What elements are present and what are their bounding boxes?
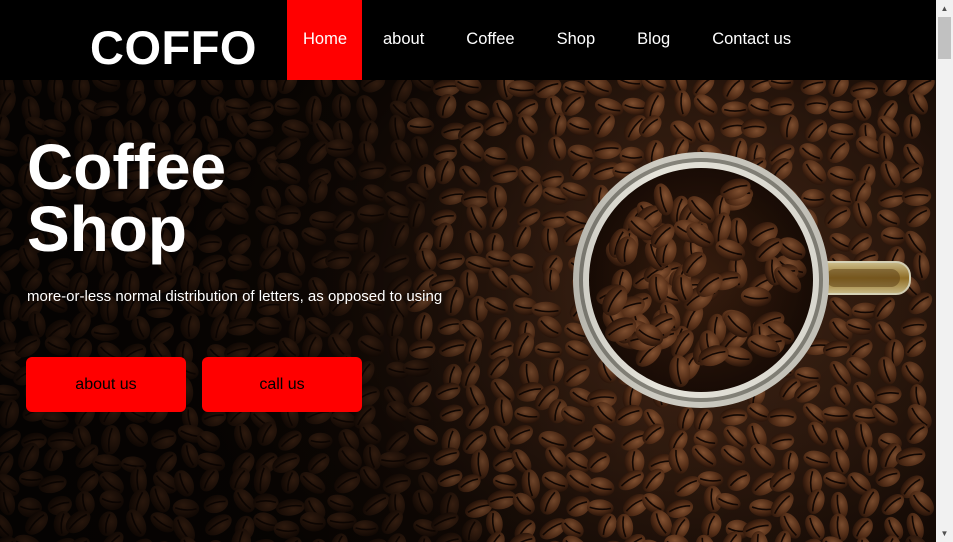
call-us-button[interactable]: call us <box>202 357 362 412</box>
page: COFFO Home about Coffee Shop Blog Contac… <box>0 0 953 542</box>
nav-item-label: Shop <box>556 30 596 48</box>
nav-item-label: Contact us <box>712 30 792 48</box>
scroll-thumb[interactable] <box>938 17 951 59</box>
nav-item-shop[interactable]: Shop <box>536 0 617 80</box>
nav-item-home[interactable]: Home <box>287 0 362 80</box>
hero-title-line2: Shop <box>27 193 187 265</box>
nav-item-blog[interactable]: Blog <box>616 0 691 80</box>
scroll-down-icon[interactable]: ▼ <box>936 525 953 542</box>
hero-section: Coffee Shop more-or-less normal distribu… <box>0 80 936 542</box>
nav-item-label: Coffee <box>466 30 515 48</box>
nav-item-about[interactable]: about <box>362 0 445 80</box>
nav-item-contact[interactable]: Contact us <box>691 0 812 80</box>
vertical-scrollbar[interactable]: ▲ ▼ <box>936 0 953 542</box>
hero-title-line1: Coffee <box>27 131 227 203</box>
site-logo[interactable]: COFFO <box>90 20 257 76</box>
main-nav: Home about Coffee Shop Blog Contact us <box>287 0 812 80</box>
nav-item-coffee[interactable]: Coffee <box>445 0 535 80</box>
hero-title: Coffee Shop <box>27 131 227 265</box>
nav-item-label: Home <box>303 30 348 48</box>
nav-item-label: about <box>383 30 425 48</box>
scroll-up-icon[interactable]: ▲ <box>936 0 953 17</box>
site-header: COFFO Home about Coffee Shop Blog Contac… <box>0 0 936 80</box>
nav-item-label: Blog <box>637 30 671 48</box>
hero-description: more-or-less normal distribution of lett… <box>27 288 443 305</box>
about-us-button[interactable]: about us <box>26 357 186 412</box>
